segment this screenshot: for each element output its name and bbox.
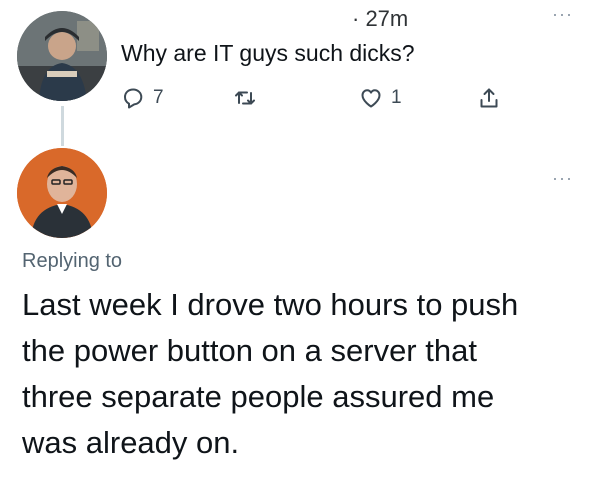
- more-options-icon[interactable]: ···: [552, 168, 573, 189]
- tweet-thread: · 27m ··· Why are IT guys such dicks? 7 …: [0, 0, 600, 486]
- reply-icon: [124, 88, 143, 109]
- thread-connector: [61, 106, 64, 146]
- tweet-text-line: Last week I drove two hours to push: [22, 287, 519, 322]
- heart-icon: [361, 89, 381, 108]
- tweet-text: Why are IT guys such dicks?: [121, 40, 415, 66]
- more-options-icon[interactable]: ···: [552, 4, 573, 25]
- tweet-text-line: the power button on a server that: [22, 333, 477, 368]
- avatar-photo-icon: [17, 148, 107, 238]
- tweet-timestamp[interactable]: · 27m: [352, 6, 408, 32]
- reply-count: 7: [153, 87, 164, 108]
- tweet-text: Last week I drove two hours to push the …: [22, 282, 592, 466]
- tweet-text-line: three separate people assured me: [22, 379, 495, 414]
- avatar-photo-icon: [17, 11, 107, 101]
- tweet-text-line: was already on.: [22, 425, 240, 460]
- like-button[interactable]: 1: [359, 84, 402, 112]
- retweet-icon: [235, 91, 255, 105]
- retweet-button[interactable]: [233, 84, 265, 112]
- share-icon: [480, 88, 498, 108]
- avatar[interactable]: [17, 11, 107, 101]
- reply-button[interactable]: 7: [121, 84, 164, 112]
- like-count: 1: [391, 87, 402, 108]
- share-button[interactable]: [477, 84, 509, 112]
- replying-to-label: Replying to: [22, 250, 123, 272]
- avatar[interactable]: [17, 148, 107, 238]
